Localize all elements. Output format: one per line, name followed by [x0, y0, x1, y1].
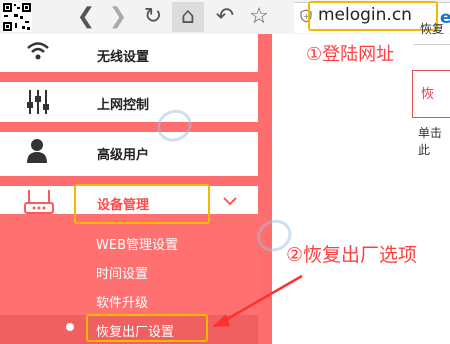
divider — [0, 72, 258, 82]
wifi-icon — [26, 40, 50, 66]
sidebar-item-label: 无线设置 — [97, 50, 150, 65]
content-heading: 恢复 — [420, 22, 445, 36]
content-hint: 单击此 — [418, 126, 443, 157]
qr-code-image — [2, 2, 32, 32]
selected-bullet-icon — [66, 323, 74, 331]
annotation-step1: ①登陆网址 — [306, 44, 395, 65]
sidebar-item-label: 上网控制 — [97, 98, 150, 113]
sidebar-item-label: 高级用户 — [97, 148, 150, 163]
sidebar-item-advanced-users[interactable]: 高级用户 — [0, 132, 258, 176]
annotation-step2: ②恢复出厂选项 — [286, 244, 418, 266]
submenu-item-time-settings[interactable]: 时间设置 — [96, 263, 148, 282]
url-text[interactable]: melogin.cn — [318, 5, 412, 25]
submenu-item-web-management[interactable]: WEB管理设置 — [96, 234, 178, 253]
factory-reset-button[interactable]: 恢 — [412, 70, 450, 118]
chevron-down-icon[interactable] — [222, 192, 238, 211]
sliders-icon — [26, 88, 50, 120]
home-icon: ⌂ — [181, 4, 195, 29]
highlight-box-device-management — [74, 184, 210, 224]
back-button[interactable]: ❮ — [74, 3, 98, 31]
reload-button[interactable]: ↻ — [140, 3, 166, 31]
favorite-star-button[interactable]: ☆ — [246, 3, 272, 31]
undo-button[interactable]: ↶ — [212, 3, 238, 31]
sidebar-item-wireless[interactable]: 无线设置 — [0, 34, 258, 72]
divider — [414, 44, 450, 45]
browser-toolbar: ❮ ❯ ↻ ⌂ ↶ ☆ + melogin.cn e — [0, 0, 450, 35]
submenu-item-software-upgrade[interactable]: 软件升级 — [96, 292, 148, 311]
forward-button[interactable]: ❯ — [106, 3, 130, 31]
home-button[interactable]: ⌂ — [172, 2, 204, 32]
factory-reset-button-label: 恢 — [421, 87, 435, 102]
highlight-box-factory-reset — [86, 314, 208, 342]
user-icon — [26, 138, 48, 168]
